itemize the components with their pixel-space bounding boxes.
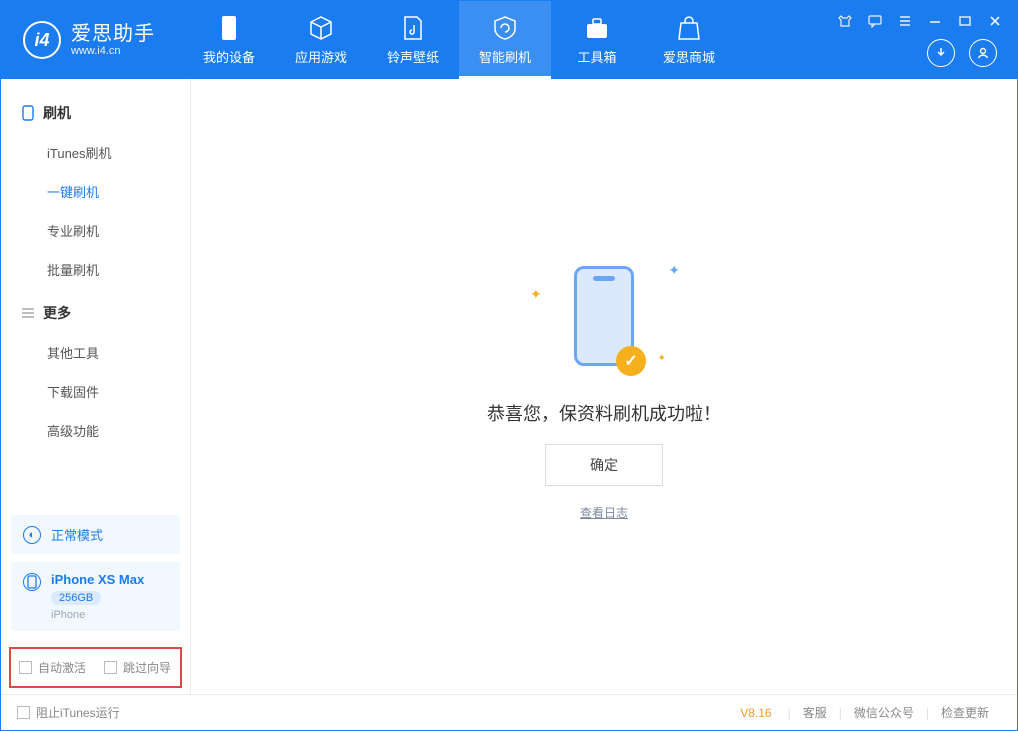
app-body: 刷机 iTunes刷机 一键刷机 专业刷机 批量刷机 更多 其他工具 下载固件 … (1, 79, 1017, 694)
sidebar-item-oneclick-flash[interactable]: 一键刷机 (1, 172, 190, 211)
checkbox-icon (104, 661, 117, 674)
nav-ringtones[interactable]: 铃声壁纸 (367, 1, 459, 79)
sparkle-icon: ✦ (668, 262, 680, 279)
account-button[interactable] (969, 39, 997, 67)
cube-icon (308, 15, 334, 41)
bag-icon (676, 15, 702, 41)
refresh-shield-icon (492, 15, 518, 41)
download-button[interactable] (927, 39, 955, 67)
device-capacity: 256GB (51, 591, 101, 605)
device-icon (23, 573, 41, 591)
checkbox-label: 阻止iTunes运行 (36, 704, 120, 721)
device-name: iPhone XS Max (51, 572, 144, 587)
menu-icon[interactable] (897, 13, 913, 29)
checkbox-label: 自动激活 (38, 659, 86, 676)
logo-icon: i4 (23, 21, 61, 59)
nav-flash[interactable]: 智能刷机 (459, 1, 551, 79)
section-title: 更多 (43, 303, 71, 323)
close-icon[interactable] (987, 13, 1003, 29)
status-link-wechat[interactable]: 微信公众号 (854, 704, 914, 721)
checkbox-label: 跳过向导 (123, 659, 171, 676)
titlebar: i4 爱思助手 www.i4.cn 我的设备 应用游戏 铃声壁纸 智能刷机 (1, 1, 1017, 79)
nav-toolbox[interactable]: 工具箱 (551, 1, 643, 79)
sidebar-item-itunes-flash[interactable]: iTunes刷机 (1, 133, 190, 172)
nav-label: 智能刷机 (479, 47, 531, 66)
phone-icon (21, 106, 35, 120)
checkbox-auto-activate[interactable]: 自动激活 (19, 659, 86, 676)
nav-my-device[interactable]: 我的设备 (183, 1, 275, 79)
sidebar: 刷机 iTunes刷机 一键刷机 专业刷机 批量刷机 更多 其他工具 下载固件 … (1, 79, 191, 694)
maximize-icon[interactable] (957, 13, 973, 29)
window-controls (837, 13, 1003, 29)
app-logo: i4 爱思助手 www.i4.cn (23, 21, 155, 59)
sidebar-item-advanced[interactable]: 高级功能 (1, 411, 190, 450)
device-mode-card[interactable]: ◐ 正常模式 (11, 515, 180, 554)
checkbox-skip-guide[interactable]: 跳过向导 (104, 659, 171, 676)
device-type: iPhone (51, 609, 144, 621)
checkbox-block-itunes[interactable]: 阻止iTunes运行 (17, 704, 120, 721)
sparkle-icon: ✦ (658, 353, 666, 364)
minimize-icon[interactable] (927, 13, 943, 29)
section-title: 刷机 (43, 103, 71, 123)
nav-label: 爱思商城 (663, 47, 715, 66)
sidebar-section-more: 更多 (1, 293, 190, 333)
nav-label: 我的设备 (203, 47, 255, 66)
main-content: ✦ ✦ ✦ ✓ 恭喜您，保资料刷机成功啦！ 确定 查看日志 (191, 79, 1017, 694)
checkbox-icon (17, 706, 30, 719)
device-mode: 正常模式 (51, 525, 103, 544)
sidebar-item-batch-flash[interactable]: 批量刷机 (1, 250, 190, 289)
device-info-card[interactable]: iPhone XS Max 256GB iPhone (11, 562, 180, 631)
toolbox-icon (584, 15, 610, 41)
check-icon: ✓ (616, 346, 646, 376)
success-illustration: ✦ ✦ ✦ ✓ (524, 252, 684, 382)
checkbox-icon (19, 661, 32, 674)
feedback-icon[interactable] (867, 13, 883, 29)
ok-button[interactable]: 确定 (545, 444, 663, 486)
options-highlighted: 自动激活 跳过向导 (9, 647, 182, 688)
nav-label: 铃声壁纸 (387, 47, 439, 66)
nav-label: 应用游戏 (295, 47, 347, 66)
sidebar-item-pro-flash[interactable]: 专业刷机 (1, 211, 190, 250)
view-log-link[interactable]: 查看日志 (580, 504, 628, 521)
sidebar-item-download-firmware[interactable]: 下载固件 (1, 372, 190, 411)
sidebar-section-flash: 刷机 (1, 93, 190, 133)
list-icon (21, 306, 35, 320)
mode-icon: ◐ (23, 526, 41, 544)
status-link-update[interactable]: 检查更新 (941, 704, 989, 721)
app-title: 爱思助手 (71, 23, 155, 45)
nav-apps[interactable]: 应用游戏 (275, 1, 367, 79)
success-message: 恭喜您，保资料刷机成功啦！ (487, 400, 721, 426)
app-subtitle: www.i4.cn (71, 45, 155, 57)
sidebar-item-other-tools[interactable]: 其他工具 (1, 333, 190, 372)
skin-icon[interactable] (837, 13, 853, 29)
main-nav: 我的设备 应用游戏 铃声壁纸 智能刷机 工具箱 爱思商城 (183, 1, 735, 79)
app-window: i4 爱思助手 www.i4.cn 我的设备 应用游戏 铃声壁纸 智能刷机 (0, 0, 1018, 731)
sparkle-icon: ✦ (530, 286, 542, 303)
status-link-support[interactable]: 客服 (803, 704, 827, 721)
version-label: V8.16 (740, 706, 771, 720)
device-icon (216, 15, 242, 41)
nav-label: 工具箱 (577, 47, 616, 66)
statusbar: 阻止iTunes运行 V8.16 | 客服 | 微信公众号 | 检查更新 (1, 694, 1017, 730)
music-file-icon (400, 15, 426, 41)
nav-store[interactable]: 爱思商城 (643, 1, 735, 79)
